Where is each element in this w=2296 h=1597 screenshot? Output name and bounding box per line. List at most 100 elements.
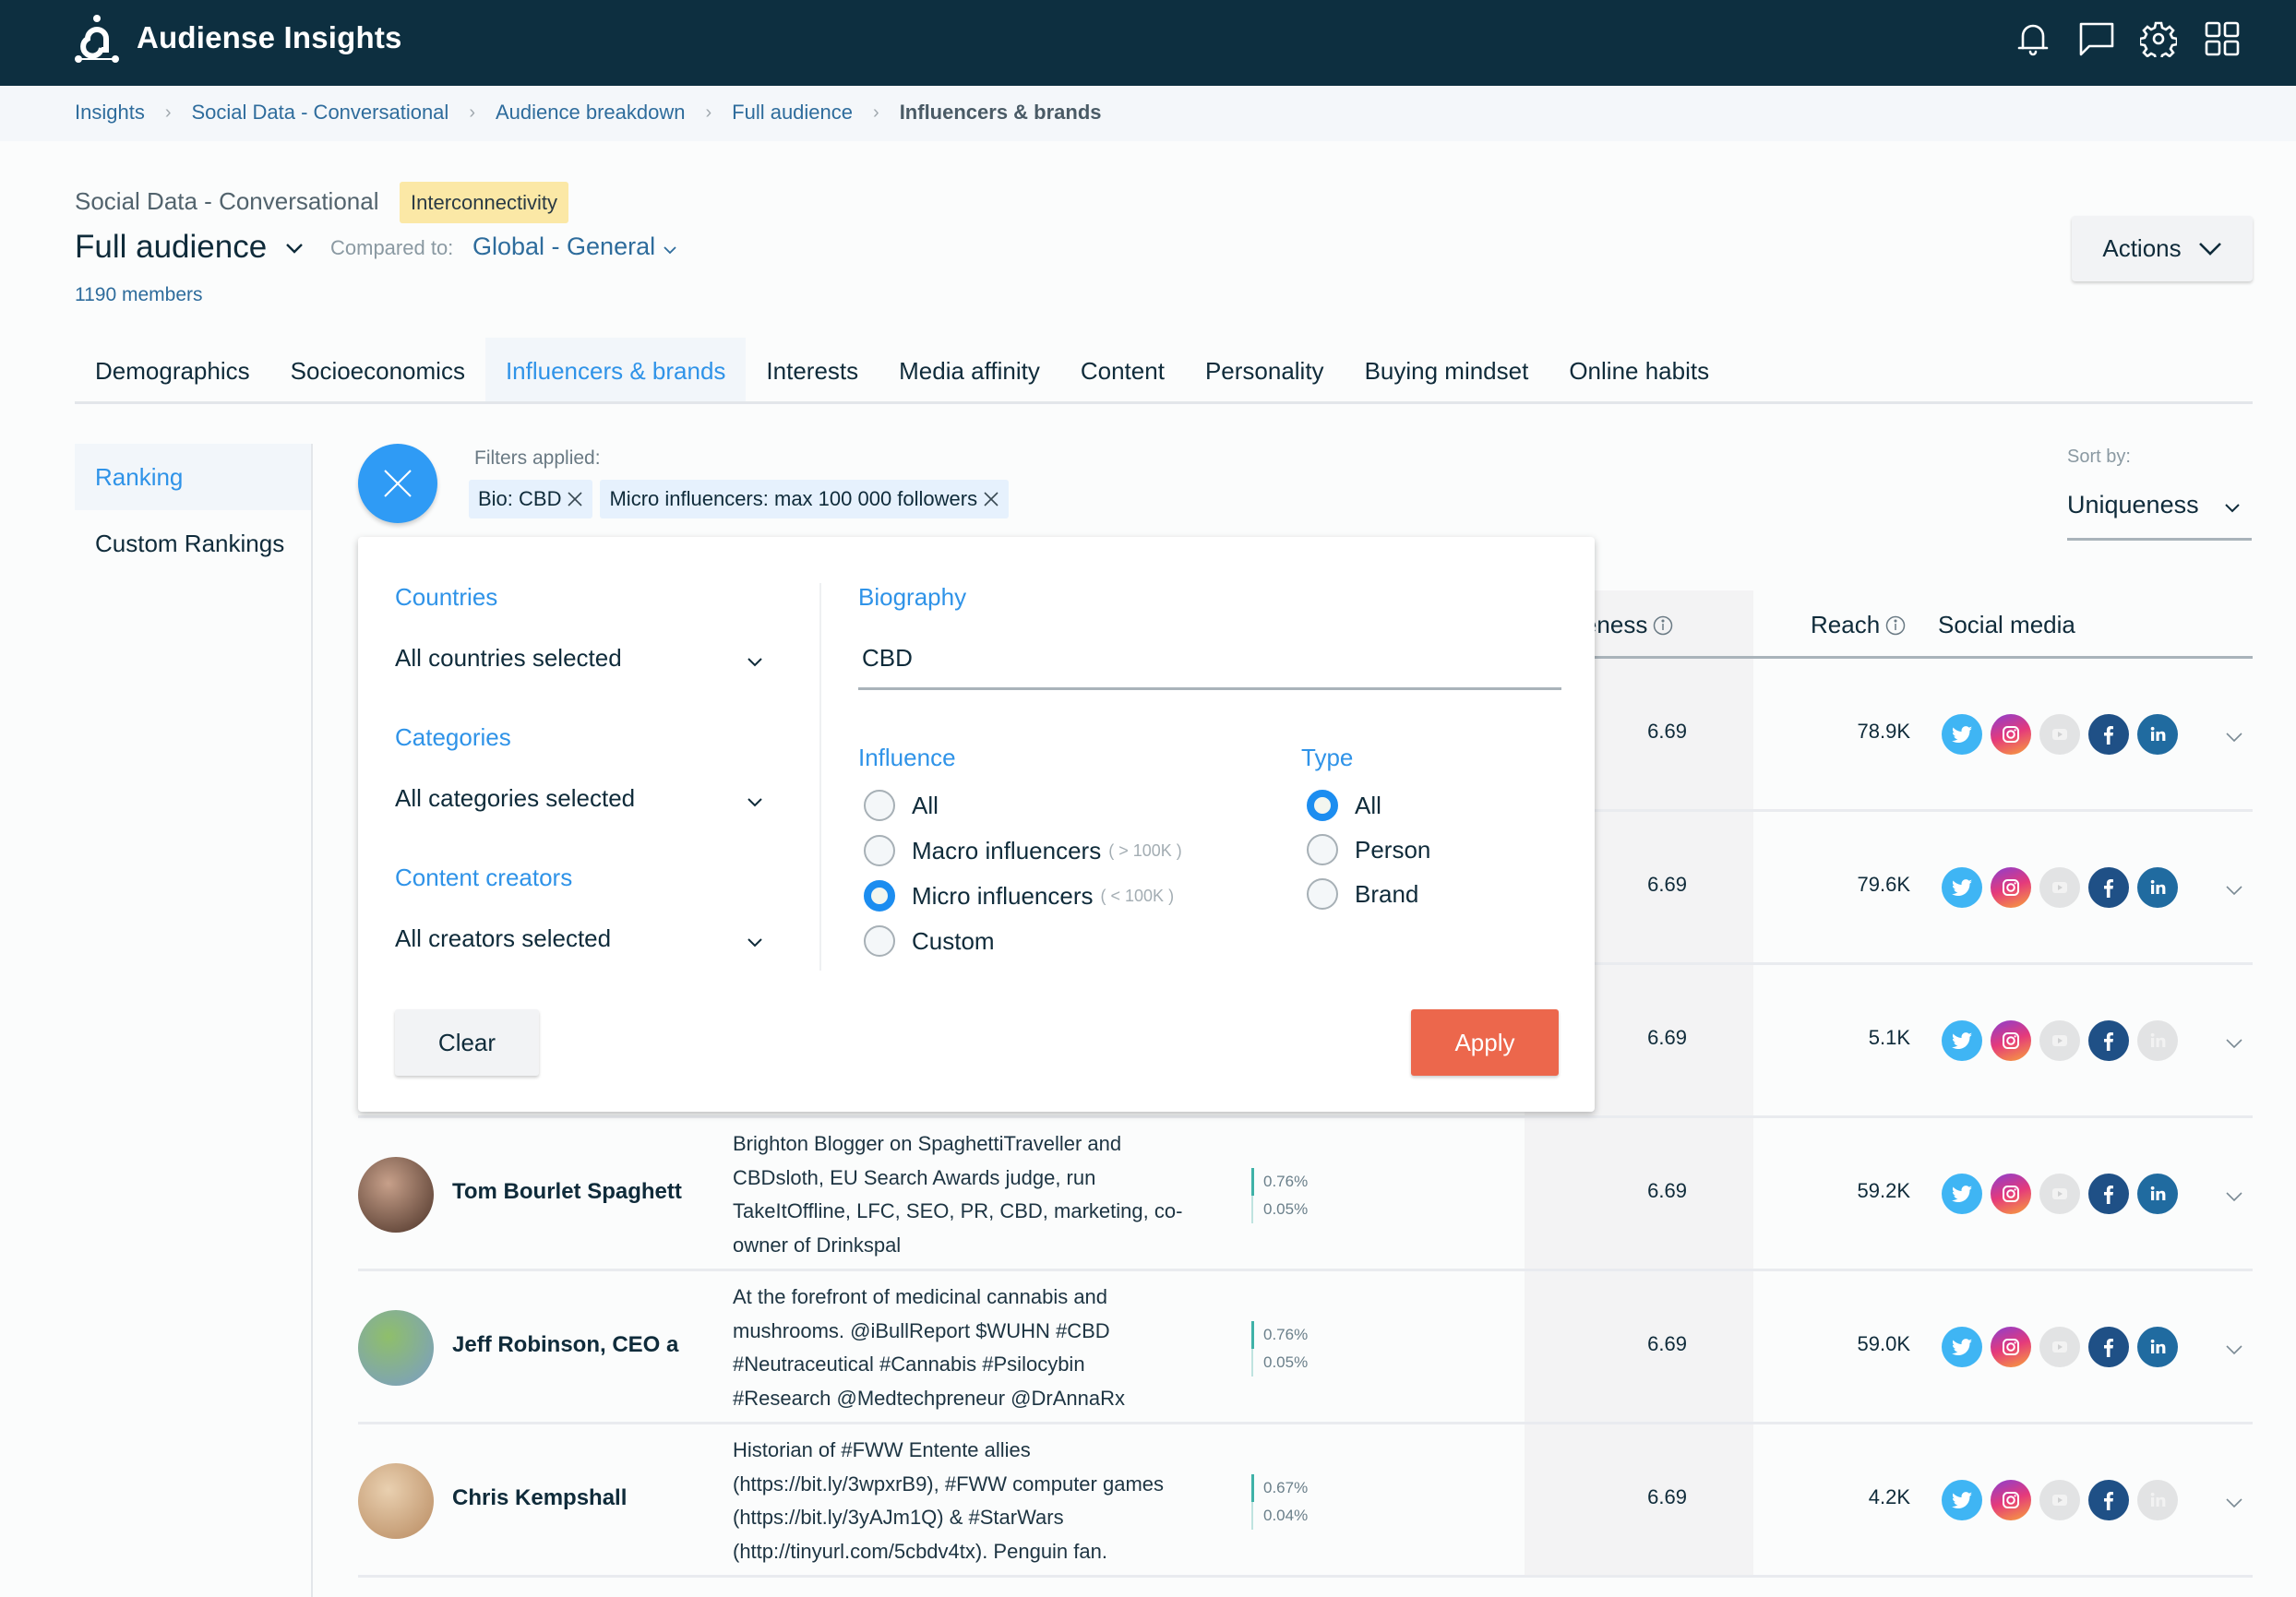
avatar[interactable] xyxy=(358,1157,434,1233)
twitter-icon[interactable] xyxy=(1942,1480,1982,1520)
tab-interests[interactable]: Interests xyxy=(746,338,879,401)
chevron-right-icon: › xyxy=(469,101,475,123)
column-header-reach[interactable]: Reach xyxy=(1811,611,1906,639)
breadcrumb-audience-breakdown[interactable]: Audience breakdown xyxy=(496,101,685,125)
actions-button[interactable]: Actions xyxy=(2072,216,2253,281)
close-icon[interactable] xyxy=(567,491,583,507)
linkedin-icon[interactable] xyxy=(2137,1327,2178,1367)
avatar[interactable] xyxy=(358,1463,434,1539)
compared-to-selector[interactable]: Global - General xyxy=(472,232,655,261)
apps-grid-icon[interactable] xyxy=(2204,20,2241,57)
facebook-icon[interactable] xyxy=(2088,1174,2129,1214)
instagram-icon[interactable] xyxy=(1991,1327,2031,1367)
facebook-icon[interactable] xyxy=(2088,714,2129,755)
bio-line: (http://tinyurl.com/5cbdv4tx). Penguin f… xyxy=(733,1539,1107,1563)
expand-row-chevron-icon[interactable] xyxy=(2224,1493,2244,1513)
chevron-down-icon[interactable] xyxy=(284,238,305,258)
countries-select[interactable]: All countries selected xyxy=(395,644,764,681)
radio-label: All xyxy=(1355,791,1381,819)
table-row[interactable]: Tom Bourlet Spaghett Brighton Blogger on … xyxy=(358,1118,2253,1271)
sort-by-select[interactable]: Uniqueness xyxy=(2067,487,2252,541)
uniqueness-value: 6.69 xyxy=(1647,1179,1687,1202)
instagram-icon[interactable] xyxy=(1991,714,2031,755)
countries-label: Countries xyxy=(395,583,498,611)
facebook-icon[interactable] xyxy=(2088,1327,2129,1367)
categories-label: Categories xyxy=(395,723,511,751)
tab-media-affinity[interactable]: Media affinity xyxy=(879,338,1060,401)
clear-button[interactable]: Clear xyxy=(395,1009,539,1076)
table-row[interactable]: Jeff Robinson, CEO a At the forefront of … xyxy=(358,1271,2253,1424)
linkedin-icon[interactable] xyxy=(2137,1174,2178,1214)
facebook-icon[interactable] xyxy=(2088,1480,2129,1520)
audiense-logo-icon[interactable] xyxy=(74,13,120,65)
social-media-links xyxy=(1942,1020,2178,1061)
audience-percentage: 0.76% xyxy=(1251,1168,1308,1196)
facebook-icon[interactable] xyxy=(2088,1020,2129,1061)
twitter-icon[interactable] xyxy=(1942,714,1982,755)
youtube-icon xyxy=(2039,714,2080,755)
gear-icon[interactable] xyxy=(2140,20,2177,57)
compared-to-label: Compared to: xyxy=(330,236,454,259)
tab-content[interactable]: Content xyxy=(1060,338,1185,401)
influencer-name[interactable]: Jeff Robinson, CEO a xyxy=(452,1332,678,1358)
tab-buying-mindset[interactable]: Buying mindset xyxy=(1345,338,1549,401)
instagram-icon[interactable] xyxy=(1991,1174,2031,1214)
biography-input[interactable] xyxy=(858,629,1561,690)
categories-select[interactable]: All categories selected xyxy=(395,784,764,821)
reach-value: 79.6K xyxy=(1857,873,1911,896)
influence-radio-micro[interactable]: Micro influencers ( < 100K ) xyxy=(864,880,1174,912)
close-filters-button[interactable] xyxy=(358,444,437,523)
expand-row-chevron-icon[interactable] xyxy=(2224,1340,2244,1360)
tab-online-habits[interactable]: Online habits xyxy=(1549,338,1729,401)
twitter-icon[interactable] xyxy=(1942,1174,1982,1214)
avatar[interactable] xyxy=(358,1310,434,1386)
table-row[interactable]: Chris Kempshall Historian of #FWW Entente… xyxy=(358,1424,2253,1578)
breadcrumb-insights[interactable]: Insights xyxy=(75,101,145,125)
twitter-icon[interactable] xyxy=(1942,1020,1982,1061)
linkedin-icon[interactable] xyxy=(2137,714,2178,755)
sidebar-item-ranking[interactable]: Ranking xyxy=(75,444,311,510)
instagram-icon[interactable] xyxy=(1991,1480,2031,1520)
influence-radio-macro[interactable]: Macro influencers ( > 100K ) xyxy=(864,835,1182,866)
linkedin-icon[interactable] xyxy=(2137,867,2178,908)
type-radio-brand[interactable]: Brand xyxy=(1307,878,1418,910)
chat-icon[interactable] xyxy=(2078,20,2115,57)
bell-icon[interactable] xyxy=(2015,20,2051,57)
content-creators-select[interactable]: All creators selected xyxy=(395,924,764,961)
breadcrumb-social-data[interactable]: Social Data - Conversational xyxy=(192,101,449,125)
close-icon[interactable] xyxy=(983,491,999,507)
info-icon[interactable] xyxy=(1653,615,1673,636)
tab-influencers-brands[interactable]: Influencers & brands xyxy=(484,338,747,401)
expand-row-chevron-icon[interactable] xyxy=(2224,1186,2244,1207)
breadcrumb-full-audience[interactable]: Full audience xyxy=(732,101,853,125)
instagram-icon[interactable] xyxy=(1991,867,2031,908)
audience-percentage: 0.76% xyxy=(1251,1321,1308,1349)
expand-row-chevron-icon[interactable] xyxy=(2224,727,2244,747)
facebook-icon[interactable] xyxy=(2088,867,2129,908)
influence-radio-custom[interactable]: Custom xyxy=(864,925,995,957)
members-count: 1190 members xyxy=(75,284,203,305)
apply-button[interactable]: Apply xyxy=(1411,1009,1559,1076)
baseline-percentage: 0.05% xyxy=(1251,1349,1308,1377)
chevron-down-icon[interactable] xyxy=(663,243,677,257)
twitter-icon[interactable] xyxy=(1942,867,1982,908)
app-title[interactable]: Audiense Insights xyxy=(137,20,402,55)
audience-selector[interactable]: Full audience xyxy=(75,229,267,266)
tab-socioeconomics[interactable]: Socioeconomics xyxy=(270,338,485,401)
instagram-icon[interactable] xyxy=(1991,1020,2031,1061)
radio-label: Custom xyxy=(912,926,995,955)
expand-row-chevron-icon[interactable] xyxy=(2224,880,2244,900)
influencer-name[interactable]: Chris Kempshall xyxy=(452,1485,627,1511)
tab-personality[interactable]: Personality xyxy=(1185,338,1345,401)
expand-row-chevron-icon[interactable] xyxy=(2224,1033,2244,1054)
sidebar-item-custom-rankings[interactable]: Custom Rankings xyxy=(75,510,311,577)
radio-circle xyxy=(864,925,895,957)
influence-radio-all[interactable]: All xyxy=(864,790,939,821)
type-radio-person[interactable]: Person xyxy=(1307,834,1430,865)
reach-value: 59.2K xyxy=(1857,1179,1911,1202)
info-icon[interactable] xyxy=(1885,615,1906,636)
twitter-icon[interactable] xyxy=(1942,1327,1982,1367)
tab-demographics[interactable]: Demographics xyxy=(75,338,270,401)
type-radio-all[interactable]: All xyxy=(1307,790,1381,821)
influencer-name[interactable]: Tom Bourlet Spaghett xyxy=(452,1179,682,1205)
